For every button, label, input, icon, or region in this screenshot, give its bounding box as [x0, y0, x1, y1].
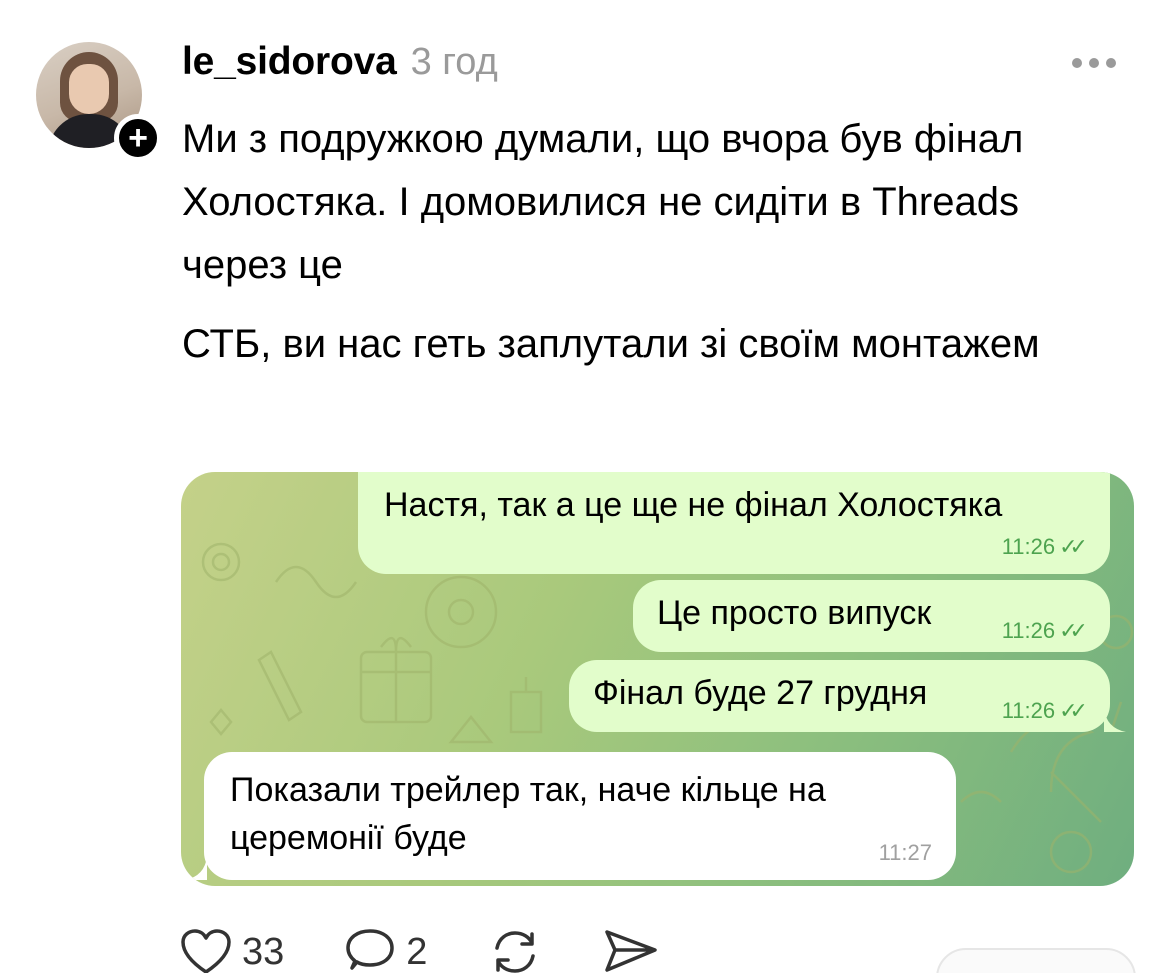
message-text: Це просто випуск: [657, 594, 932, 632]
chat-screenshot-image[interactable]: Настя, так а це ще не фінал Холостяка 11…: [181, 472, 1134, 886]
comment-icon: [346, 929, 395, 970]
message-text: Показали трейлер так, наче кільце на цер…: [230, 771, 826, 857]
post-header: le_sidorova 3 год: [182, 40, 498, 84]
double-check-icon: ✓✓: [1059, 534, 1088, 559]
message-time: 11:26: [1001, 618, 1056, 643]
share-button[interactable]: [603, 928, 659, 973]
username[interactable]: le_sidorova: [182, 40, 397, 84]
post-paragraph: СТБ, ви нас геть заплутали зі своїм монт…: [182, 322, 1040, 366]
message-meta: 11:26 ✓✓: [1001, 618, 1088, 644]
chat-message-incoming: Показали трейлер так, наче кільце на цер…: [204, 752, 956, 880]
message-time: 11:26: [1001, 534, 1056, 559]
bottom-pill[interactable]: [936, 948, 1136, 973]
send-icon: [605, 930, 658, 972]
double-check-icon: ✓✓: [1059, 618, 1088, 643]
bubble-tail: [185, 856, 207, 880]
reply-count: 2: [406, 930, 428, 973]
like-count: 33: [242, 930, 285, 973]
chat-message-outgoing: Фінал буде 27 грудня 11:26 ✓✓: [569, 660, 1110, 732]
post-actions: 33 2: [180, 928, 719, 973]
message-time: 11:27: [878, 840, 932, 865]
chat-message-outgoing: Настя, так а це ще не фінал Холостяка 11…: [358, 472, 1110, 574]
message-text: Фінал буде 27 грудня: [593, 674, 928, 712]
follow-button[interactable]: +: [114, 114, 162, 162]
reply-button[interactable]: 2: [344, 928, 427, 973]
repost-icon: [495, 931, 536, 973]
like-button[interactable]: 33: [180, 928, 284, 973]
post-time: 3 год: [410, 41, 498, 83]
message-text: Настя, так а це ще не фінал Холостяка: [384, 486, 1003, 524]
message-meta: 11:27: [879, 840, 932, 866]
post-paragraph: Ми з подружкою думали, що вчора був фіна…: [182, 117, 1024, 287]
double-check-icon: ✓✓: [1059, 698, 1088, 723]
avatar-container[interactable]: +: [36, 42, 162, 162]
plus-icon: +: [128, 119, 148, 157]
more-dots-icon[interactable]: [1072, 58, 1116, 68]
message-meta: 11:26 ✓✓: [1001, 698, 1088, 724]
bubble-tail: [1104, 708, 1126, 732]
message-meta: 11:26 ✓✓: [1001, 534, 1088, 560]
heart-icon: [181, 929, 231, 973]
chat-message-outgoing: Це просто випуск 11:26 ✓✓: [633, 580, 1110, 652]
repost-button[interactable]: [487, 928, 543, 973]
message-time: 11:26: [1001, 698, 1056, 723]
post-text: Ми з подружкою думали, що вчора був фіна…: [182, 108, 1132, 392]
